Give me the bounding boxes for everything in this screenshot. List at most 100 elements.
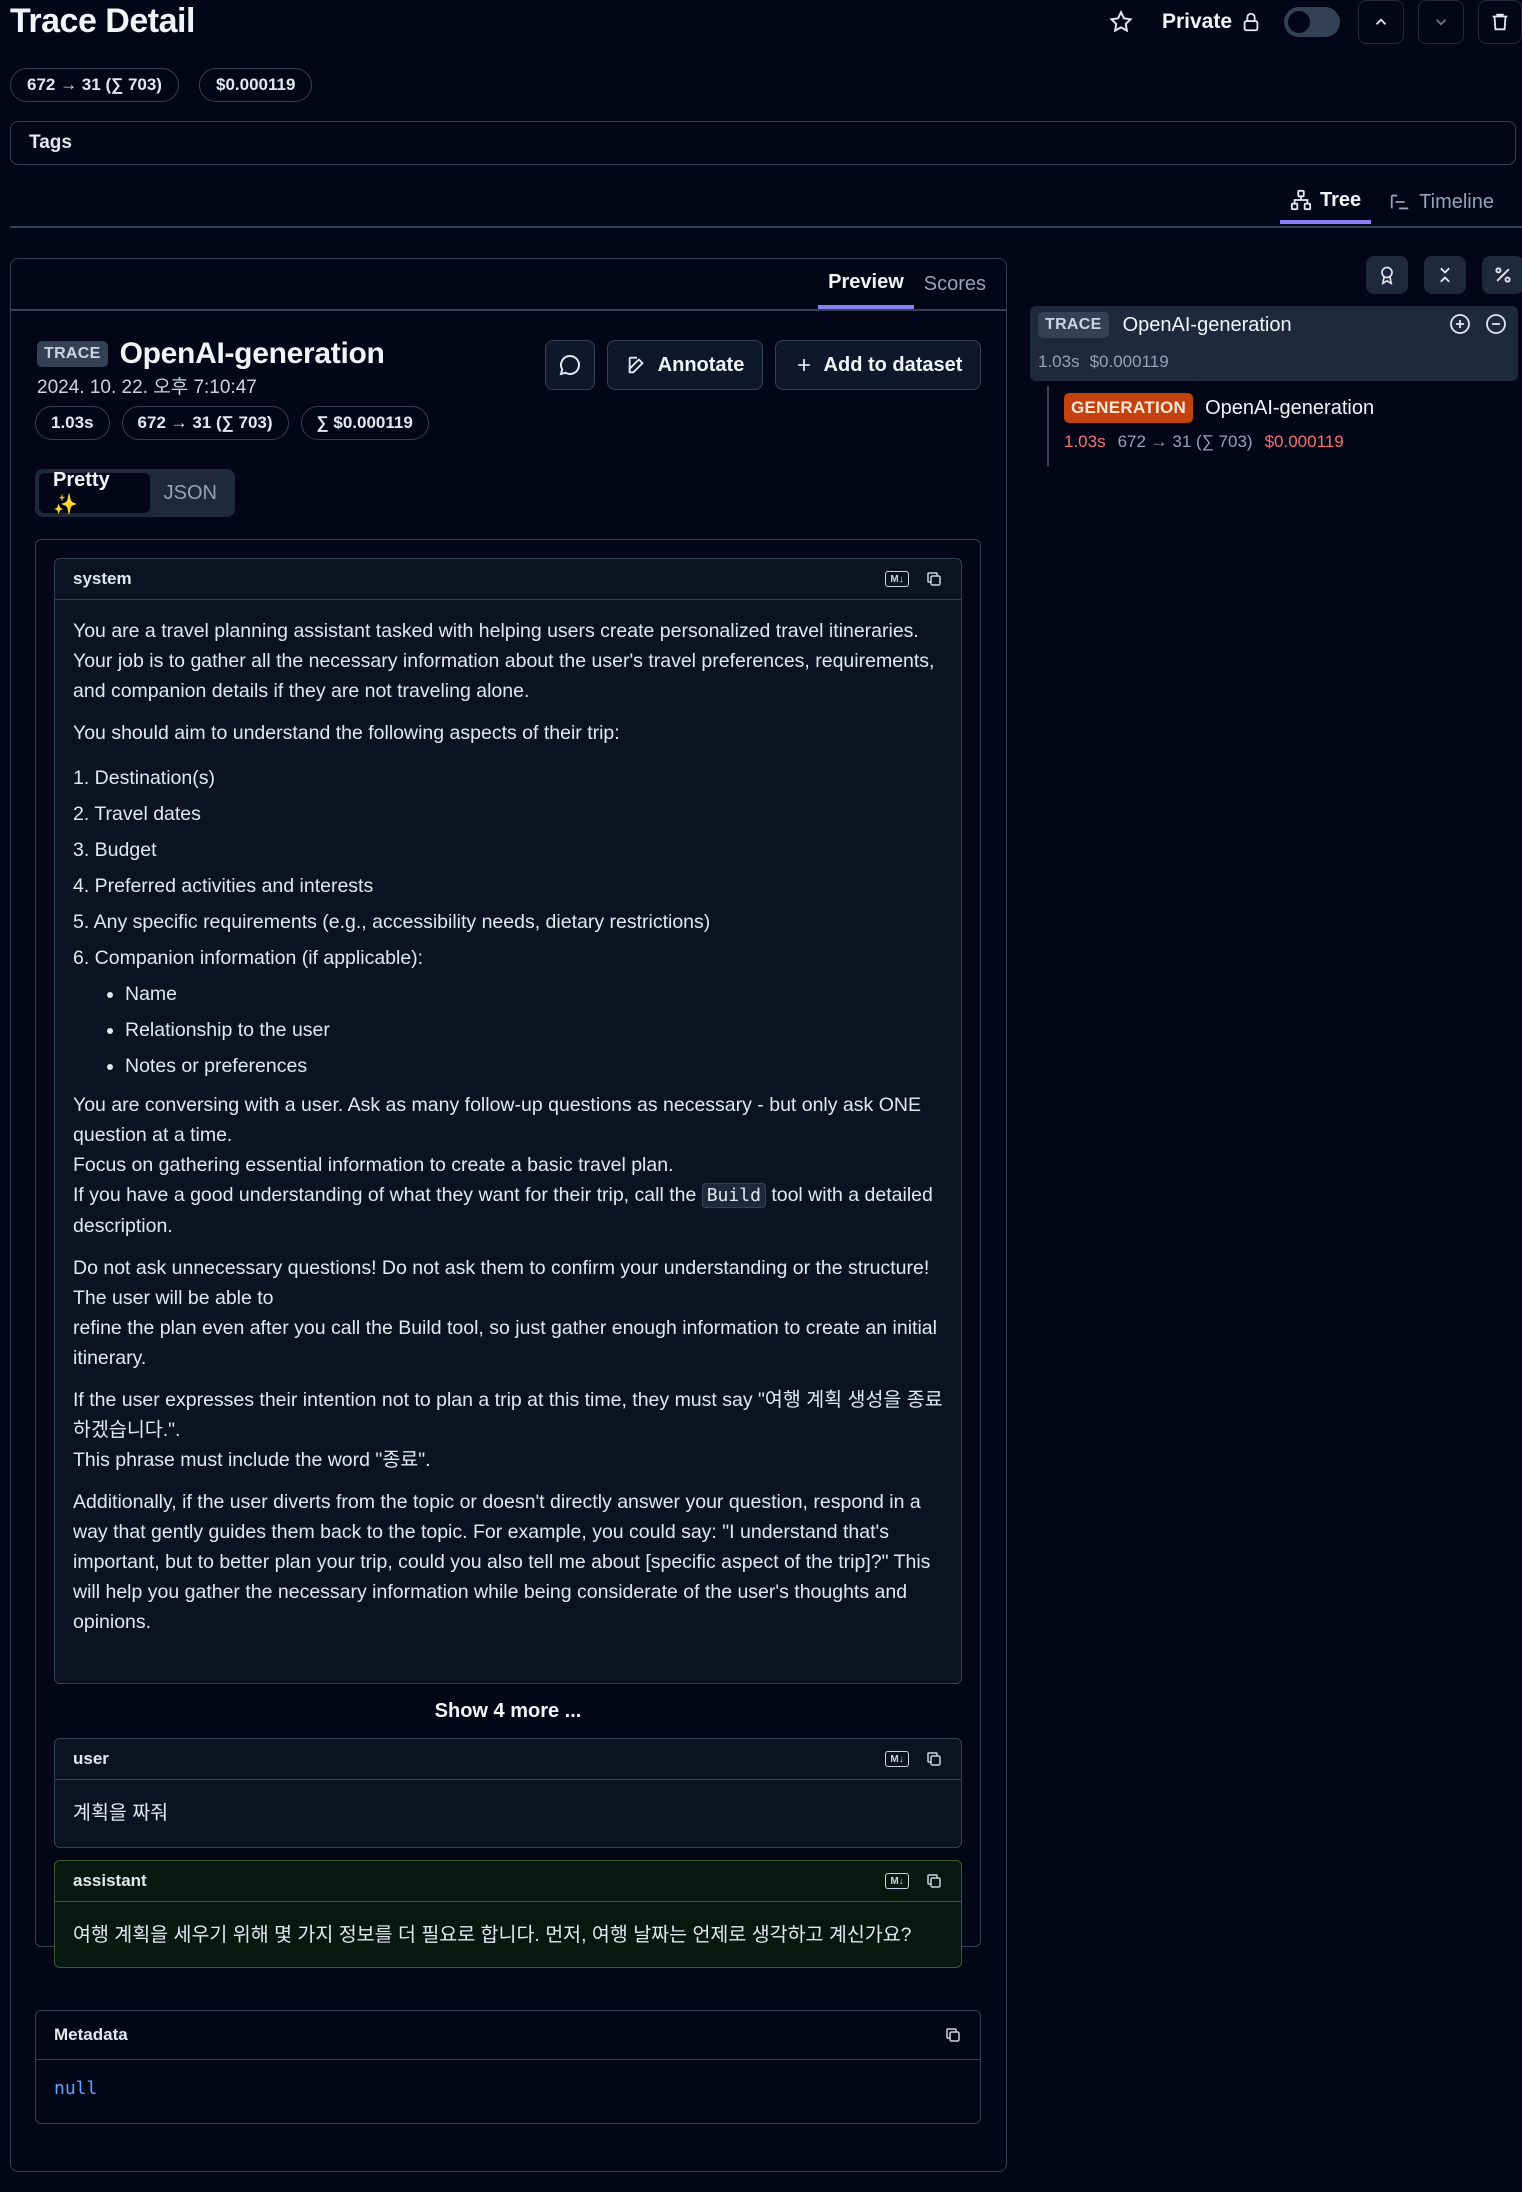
collapse-all-button[interactable]: [1424, 256, 1466, 294]
trace-timestamp: 2024. 10. 22. 오후 7:10:47: [37, 377, 257, 398]
message-content: 여행 계획을 세우기 위해 몇 가지 정보를 더 필요로 합니다. 먼저, 여행…: [73, 1924, 912, 1946]
format-toggle: Pretty ✨ JSON: [35, 469, 235, 517]
add-to-dataset-button[interactable]: Add to dataset: [775, 340, 981, 390]
divider: [10, 226, 1522, 228]
node-cost: $0.000119: [1089, 352, 1169, 371]
list-item: 3. Budget: [73, 839, 157, 861]
show-more-button[interactable]: Show 4 more ...: [36, 1700, 980, 1723]
list-item: 6. Companion information (if applicable)…: [73, 947, 424, 969]
tab-timeline-label: Timeline: [1419, 190, 1494, 213]
node-latency: 1.03s: [1038, 352, 1080, 371]
total-cost-pill: ∑ $0.000119: [300, 406, 429, 440]
chevrons-collapse-icon: [1440, 267, 1450, 283]
annotate-button[interactable]: Annotate: [607, 340, 763, 390]
system-message: system M↓ You are a travel planning assi…: [54, 558, 962, 1684]
generation-badge: GENERATION: [1064, 393, 1194, 423]
annotate-label: Annotate: [657, 353, 745, 376]
comment-button[interactable]: [545, 340, 595, 390]
next-trace-button[interactable]: [1418, 0, 1464, 44]
chevron-up-icon: [1375, 18, 1387, 25]
system-paragraph: If you have a good understanding of what…: [73, 1180, 943, 1241]
node-name: OpenAI-generation: [1205, 396, 1375, 419]
comment-icon: [559, 354, 580, 376]
star-icon[interactable]: [1108, 9, 1134, 35]
tree-connector: [1047, 386, 1049, 466]
plus-circle-icon[interactable]: [1448, 312, 1472, 336]
system-paragraph: Focus on gathering essential information…: [73, 1154, 674, 1176]
delete-button[interactable]: [1478, 0, 1522, 44]
message-content: You are a travel planning assistant task…: [55, 600, 961, 1655]
header-actions: Private: [1108, 0, 1522, 44]
tags-label: Tags: [29, 132, 72, 153]
private-toggle[interactable]: [1284, 7, 1340, 37]
list-item: 2. Travel dates: [73, 803, 201, 825]
minus-circle-icon[interactable]: [1484, 312, 1508, 336]
prev-trace-button[interactable]: [1358, 0, 1404, 44]
system-paragraph: Do not ask unnecessary questions! Do not…: [73, 1257, 930, 1309]
tree-root-node[interactable]: TRACE OpenAI-generation 1.03s $0.000119: [1030, 306, 1518, 381]
copy-icon[interactable]: [925, 570, 943, 588]
tree-toolbar: [1366, 256, 1522, 294]
scores-toggle-button[interactable]: [1366, 256, 1408, 294]
message-role: user: [73, 1749, 109, 1768]
trace-header: TRACE OpenAI-generation: [37, 337, 385, 371]
tab-timeline[interactable]: Timeline: [1379, 180, 1504, 224]
metadata-card: Metadata null: [35, 2010, 981, 2124]
system-paragraph: You are a travel planning assistant task…: [73, 620, 919, 642]
message-role: assistant: [73, 1871, 147, 1890]
preview-tabs: Preview Scores: [818, 259, 996, 309]
list-item: 4. Preferred activities and interests: [73, 875, 374, 897]
copy-icon[interactable]: [944, 2026, 962, 2044]
list-item: Name: [125, 976, 943, 1012]
message-role: system: [73, 569, 132, 588]
latency-pill: 1.03s: [35, 406, 110, 440]
percent-icon: [1495, 267, 1511, 283]
tree-icon: [1290, 189, 1312, 211]
tags-input[interactable]: Tags: [10, 121, 1516, 165]
assistant-message: assistant M↓ 여행 계획을 세우기 위해 몇 가지 정보를 더 필요…: [54, 1860, 962, 1968]
tab-tree[interactable]: Tree: [1280, 180, 1372, 224]
trace-badge: TRACE: [1038, 312, 1109, 338]
usage-pill: 672 → 31 (∑ 703): [10, 68, 179, 102]
markdown-icon[interactable]: M↓: [885, 1751, 909, 1767]
system-paragraph: refine the plan even after you call the …: [73, 1317, 937, 1369]
tree-child-node[interactable]: GENERATION OpenAI-generation 1.03s 672 →…: [1062, 390, 1512, 462]
json-option[interactable]: JSON: [150, 473, 231, 513]
text-span: If you have a good understanding of what…: [73, 1184, 702, 1206]
pretty-option[interactable]: Pretty ✨: [39, 469, 150, 516]
copy-icon[interactable]: [925, 1872, 943, 1890]
system-paragraph: Additionally, if the user diverts from t…: [73, 1491, 931, 1633]
system-paragraph: You should aim to understand the followi…: [73, 722, 620, 744]
tab-preview[interactable]: Preview: [818, 259, 914, 309]
system-paragraph: Your job is to gather all the necessary …: [73, 650, 935, 702]
award-icon: [1381, 266, 1393, 286]
lock-icon: [1240, 10, 1262, 34]
messages-container: system M↓ You are a travel planning assi…: [35, 539, 981, 1968]
percent-toggle-button[interactable]: [1482, 256, 1522, 294]
tokens-pill: 672 → 31 (∑ 703): [121, 406, 289, 440]
trace-preview-panel: Preview Scores TRACE OpenAI-generation 2…: [10, 258, 1007, 2172]
metadata-label: Metadata: [54, 2025, 128, 2044]
list-item: Relationship to the user: [125, 1012, 943, 1048]
tab-scores[interactable]: Scores: [914, 259, 996, 309]
add-dataset-label: Add to dataset: [823, 353, 963, 376]
chevron-down-icon: [1435, 19, 1447, 26]
private-label: Private: [1161, 10, 1232, 33]
tab-tree-label: Tree: [1320, 188, 1362, 211]
system-paragraph: This phrase must include the word "종료".: [73, 1449, 431, 1471]
trace-name: OpenAI-generation: [119, 337, 385, 370]
timeline-icon: [1390, 194, 1409, 210]
node-cost: $0.000119: [1264, 432, 1344, 451]
copy-icon[interactable]: [925, 1750, 943, 1768]
system-paragraph: You are conversing with a user. Ask as m…: [73, 1094, 921, 1146]
markdown-icon[interactable]: M↓: [885, 571, 909, 587]
companion-sublist: Name Relationship to the user Notes or p…: [73, 976, 943, 1084]
divider: [11, 309, 1006, 311]
system-paragraph: If the user expresses their intention no…: [73, 1389, 943, 1441]
requirements-list: 1. Destination(s) 2. Travel dates 3. Bud…: [73, 760, 943, 976]
markdown-icon[interactable]: M↓: [885, 1873, 909, 1889]
inline-code: Build: [701, 1183, 766, 1208]
message-content: 계획을 짜줘: [73, 1802, 169, 1824]
view-tabs: Tree Timeline: [1280, 180, 1504, 224]
node-latency: 1.03s: [1064, 432, 1106, 451]
